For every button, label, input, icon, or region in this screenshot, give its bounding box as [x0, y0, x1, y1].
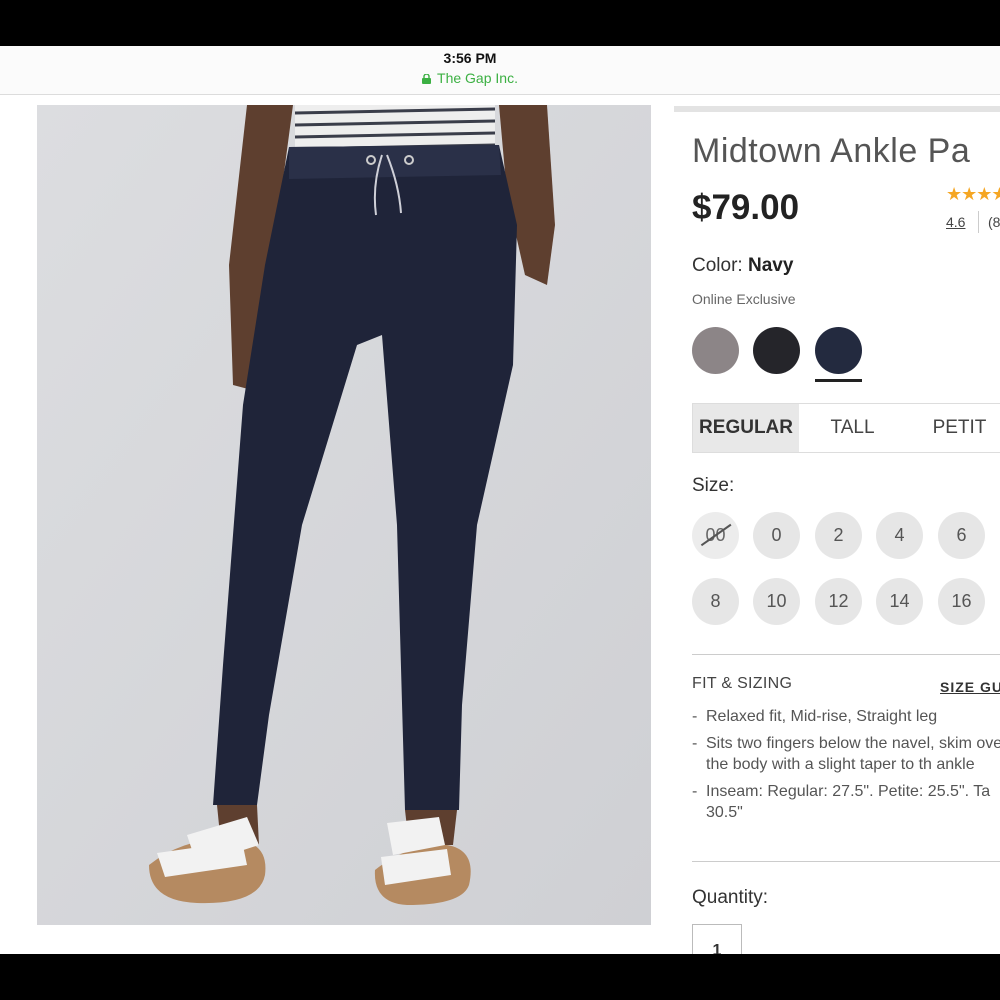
swatch-gray[interactable]: [692, 327, 739, 374]
size-option-12[interactable]: 12: [815, 578, 862, 625]
product-title: Midtown Ankle Pa: [692, 132, 971, 170]
list-item: Inseam: Regular: 27.5". Petite: 25.5". T…: [692, 781, 1000, 823]
lock-icon: [422, 74, 432, 84]
size-option-2[interactable]: 2: [815, 512, 862, 559]
size-label: Size:: [692, 475, 735, 496]
swatch-black[interactable]: [753, 327, 800, 374]
site-name: The Gap Inc.: [437, 70, 518, 86]
review-count[interactable]: (8: [988, 214, 1000, 230]
rating-divider: [978, 211, 979, 233]
browser-status-bar: 3:56 PM The Gap Inc.: [0, 46, 1000, 95]
fit-details-list: Relaxed fit, Mid-rise, Straight leg Sits…: [692, 706, 1000, 829]
selected-swatch-indicator: [815, 379, 862, 382]
tab-tall[interactable]: TALL: [799, 404, 906, 452]
rating-value[interactable]: 4.6: [946, 214, 965, 230]
rating-stars-icon[interactable]: ★★★★: [946, 184, 1000, 205]
size-option-6[interactable]: 6: [938, 512, 985, 559]
size-option-10[interactable]: 10: [753, 578, 800, 625]
size-option-4[interactable]: 4: [876, 512, 923, 559]
color-value: Navy: [747, 255, 794, 276]
product-photo-illustration: [37, 105, 651, 925]
tab-regular[interactable]: REGULAR: [693, 404, 800, 452]
section-divider: [692, 654, 1000, 655]
panel-top-border: [674, 106, 1000, 112]
quantity-label: Quantity:: [692, 887, 769, 908]
list-item: Sits two fingers below the navel, skim o…: [692, 733, 1000, 775]
size-guide-link[interactable]: SIZE GU: [940, 679, 1000, 695]
color-selection: Color: Navy: [692, 255, 793, 277]
section-divider: [692, 861, 1000, 862]
list-item: Relaxed fit, Mid-rise, Straight leg: [692, 706, 1000, 727]
size-option-16[interactable]: 16: [938, 578, 985, 625]
online-exclusive-badge: Online Exclusive: [692, 291, 796, 307]
size-option-8[interactable]: 8: [692, 578, 739, 625]
size-option-14[interactable]: 14: [876, 578, 923, 625]
size-option-0[interactable]: 0: [753, 512, 800, 559]
site-url[interactable]: The Gap Inc.: [0, 70, 940, 86]
fit-sizing-heading: FIT & SIZING: [692, 675, 793, 692]
color-label: Color:: [692, 255, 743, 276]
size-option-00[interactable]: 00: [692, 512, 739, 559]
top-black-bar: [0, 0, 1000, 46]
swatch-navy[interactable]: [815, 327, 862, 374]
product-image[interactable]: [37, 105, 651, 925]
clock: 3:56 PM: [443, 50, 497, 66]
bottom-black-bar: [0, 954, 1000, 1000]
tab-petite[interactable]: PETIT: [906, 404, 1000, 452]
product-price: $79.00: [692, 188, 800, 227]
fit-tabs: REGULAR TALL PETIT: [692, 403, 1000, 453]
